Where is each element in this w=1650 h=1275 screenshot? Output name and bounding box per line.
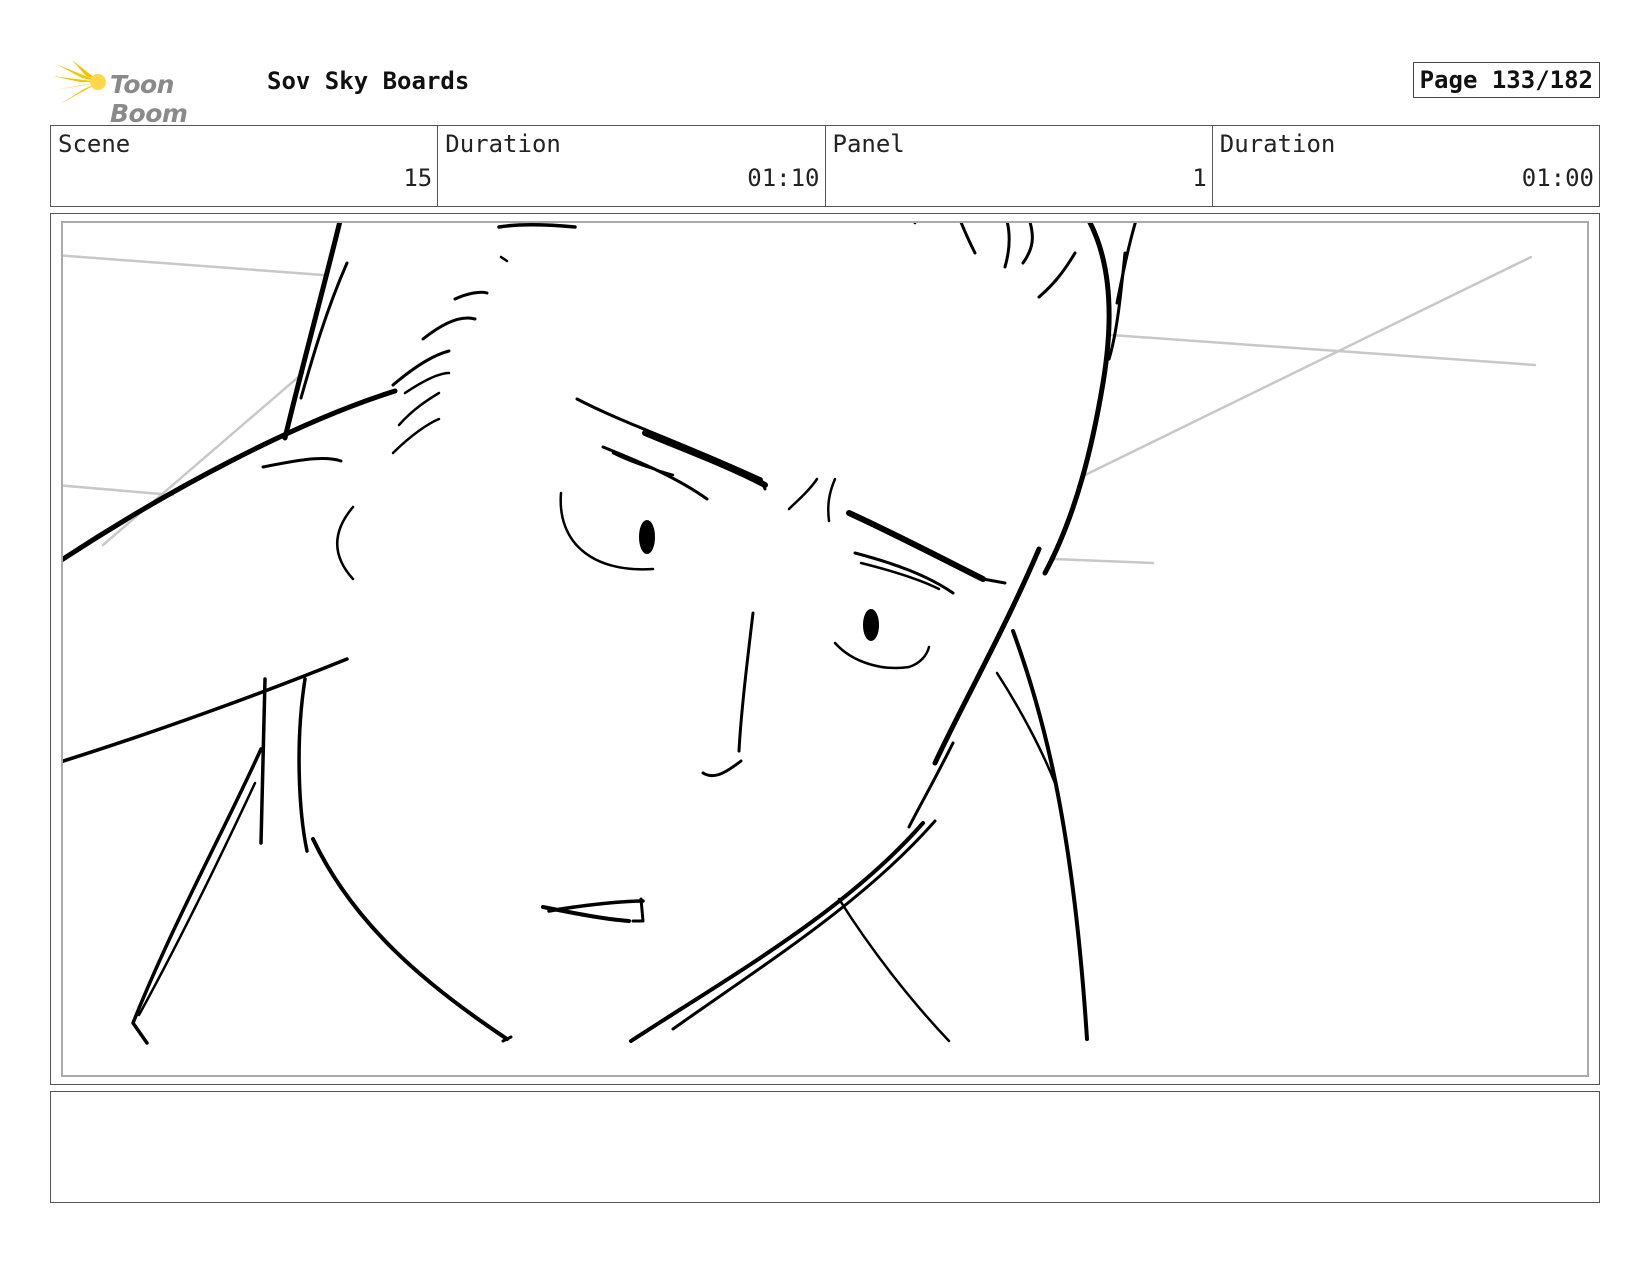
panel-camera-frame <box>61 221 1589 1077</box>
scene-label: Scene <box>58 130 131 158</box>
project-title: Sov Sky Boards <box>267 67 470 95</box>
panel-duration-value: 01:00 <box>1521 164 1594 192</box>
panel-value: 1 <box>1192 164 1207 192</box>
star-burst-icon <box>52 60 106 104</box>
scene-duration-cell: Duration 01:10 <box>438 126 826 206</box>
page-number: Page 133/182 <box>1412 62 1600 98</box>
scene-duration-value: 01:10 <box>747 164 820 192</box>
storyboard-panel <box>50 213 1600 1085</box>
panel-label: Panel <box>832 130 905 158</box>
scene-value: 15 <box>403 164 433 192</box>
perspective-guides <box>63 254 1537 565</box>
face-sketch-drawing <box>63 223 1537 1045</box>
scene-info-table: Scene 15 Duration 01:10 Panel 1 Duration… <box>50 125 1600 207</box>
page-header: Toon Boom Sov Sky Boards Page 133/182 <box>50 56 1600 128</box>
toon-boom-logo: Toon Boom <box>52 58 252 128</box>
panel-duration-cell: Duration 01:00 <box>1213 126 1599 206</box>
panel-notes-box <box>50 1091 1600 1203</box>
scene-duration-label: Duration <box>445 130 561 158</box>
scene-cell: Scene 15 <box>51 126 439 206</box>
panel-duration-label: Duration <box>1219 130 1336 158</box>
character-sketch <box>63 223 1137 1045</box>
panel-cell: Panel 1 <box>826 126 1213 206</box>
